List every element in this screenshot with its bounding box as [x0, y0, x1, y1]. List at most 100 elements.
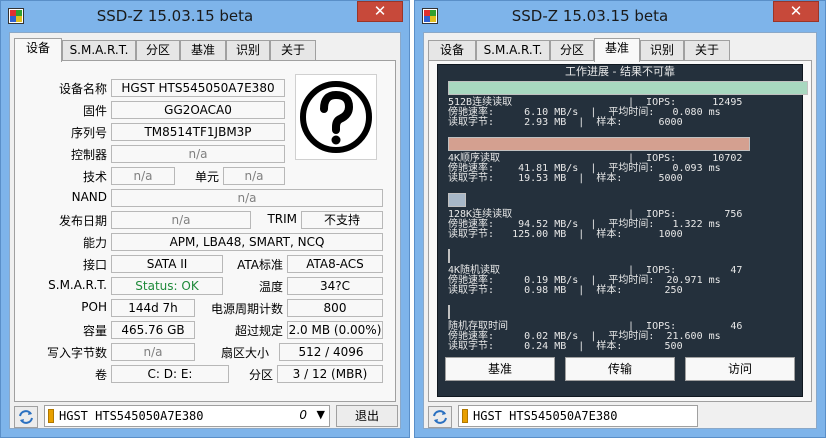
label-interface: 接口	[82, 258, 107, 272]
field-smart-status: Status: OK	[111, 277, 223, 295]
benchmark-panel: 工作进展 - 结果不可靠 512B连续读取 | IOPS: 12495 傍驰速率: …	[428, 60, 812, 402]
drive-select[interactable]: HGST HTS545050A7E380	[458, 405, 698, 427]
benchmark-progress-bar	[448, 305, 450, 319]
field-interface: SATA II	[111, 255, 223, 273]
unknown-drive-image	[295, 74, 377, 160]
field-power-cycles: 800	[287, 299, 383, 317]
field-firmware: GG2OACA0	[111, 101, 285, 119]
benchmark-progress-bar	[448, 193, 466, 207]
chevron-down-icon: ▼	[316, 408, 325, 421]
window-title: SSD-Z 15.03.15 beta	[96, 7, 254, 25]
benchmark-progress-bar	[448, 137, 750, 151]
label-overprovision: 超过规定	[234, 324, 283, 338]
drive-index: 0	[299, 408, 307, 422]
field-overprovision: 2.0 MB (0.00%)	[287, 321, 383, 339]
benchmark-bytes-line: 读取字节: 2.93 MB | 样本: 6000	[448, 117, 683, 128]
drive-select-value: HGST HTS545050A7E380	[59, 409, 204, 423]
bottom-bar: HGST HTS545050A7E380	[424, 403, 816, 431]
label-poh: POH	[81, 300, 107, 314]
tab-benchmark[interactable]: 基准	[594, 38, 640, 62]
field-nand: n/a	[111, 189, 383, 207]
field-ata-standard: ATA8-ACS	[287, 255, 383, 273]
label-temperature: 温度	[258, 280, 283, 294]
label-firmware: 固件	[82, 104, 107, 118]
field-tech: n/a	[111, 167, 175, 185]
benchmark-header: 工作进展 - 结果不可靠	[565, 65, 675, 78]
label-partition: 分区	[248, 368, 273, 382]
label-tech: 技术	[82, 170, 107, 184]
title-bar[interactable]: SSD-Z 15.03.15 beta ✕	[1, 1, 409, 31]
window-title: SSD-Z 15.03.15 beta	[511, 7, 669, 25]
benchmark-bytes-line: 读取字节: 0.98 MB | 样本: 250	[448, 285, 683, 296]
field-trim: 不支持	[301, 211, 383, 229]
refresh-button[interactable]	[428, 406, 452, 428]
field-capability: APM, LBA48, SMART, NCQ	[111, 233, 383, 251]
tab-about[interactable]: 关于	[270, 40, 316, 61]
client-area: 设备 S.M.A.R.T. 分区 基准 识别 关于 工作进展 - 结果不可靠 5…	[423, 32, 817, 429]
label-nand: NAND	[71, 190, 107, 204]
exit-button[interactable]: 退出	[336, 405, 398, 427]
benchmark-button[interactable]: 基准	[445, 357, 555, 381]
refresh-icon	[19, 410, 33, 424]
drive-select-value: HGST HTS545050A7E380	[473, 409, 618, 423]
field-sector-size: 512 / 4096	[279, 343, 383, 361]
device-panel: 设备名称 HGST HTS545050A7E380 固件 GG2OACA0 序列…	[14, 60, 396, 402]
label-device-name: 设备名称	[58, 82, 107, 96]
question-mark-icon	[300, 81, 372, 153]
field-cell: n/a	[223, 167, 285, 185]
close-button[interactable]: ✕	[773, 1, 819, 22]
tab-benchmark[interactable]: 基准	[180, 40, 226, 61]
field-release-date: n/a	[111, 211, 251, 229]
tab-identify[interactable]: 识别	[640, 40, 684, 61]
field-partition: 3 / 12 (MBR)	[277, 365, 383, 383]
label-cell: 单元	[194, 170, 219, 184]
label-capability: 能力	[82, 236, 107, 250]
benchmark-bytes-line: 读取字节: 125.00 MB | 样本: 1000	[448, 229, 683, 240]
label-sector-size: 扇区大小	[220, 346, 269, 360]
tab-device[interactable]: 设备	[14, 38, 62, 62]
label-power-cycles: 电源周期计数	[210, 302, 283, 316]
field-serial: TM8514TF1JBM3P	[111, 123, 285, 141]
field-temperature: 34?C	[287, 277, 383, 295]
label-serial: 序列号	[70, 126, 107, 140]
disk-icon	[48, 409, 54, 423]
tab-partition[interactable]: 分区	[550, 40, 594, 61]
ssdz-window-benchmark: SSD-Z 15.03.15 beta ✕ 设备 S.M.A.R.T. 分区 基…	[414, 0, 826, 438]
label-smart: S.M.A.R.T.	[48, 278, 107, 292]
field-bytes-written: n/a	[111, 343, 195, 361]
tab-identify[interactable]: 识别	[226, 40, 270, 61]
benchmark-progress-bar	[448, 81, 808, 95]
close-button[interactable]: ✕	[357, 1, 403, 22]
field-device-name: HGST HTS545050A7E380	[111, 79, 285, 97]
field-controller: n/a	[111, 145, 285, 163]
label-volume: 卷	[94, 368, 107, 382]
benchmark-bytes-line: 读取字节: 0.24 MB | 样本: 500	[448, 341, 683, 352]
field-poh: 144d 7h	[111, 299, 195, 317]
access-button[interactable]: 访问	[685, 357, 795, 381]
disk-icon	[462, 409, 468, 423]
drive-select[interactable]: HGST HTS545050A7E380 0 ▼	[44, 405, 330, 427]
tab-smart[interactable]: S.M.A.R.T.	[476, 40, 550, 61]
refresh-icon	[433, 410, 447, 424]
tab-partition[interactable]: 分区	[136, 40, 180, 61]
field-capacity: 465.76 GB	[111, 321, 195, 339]
label-ata-standard: ATA标准	[237, 258, 283, 272]
tab-smart[interactable]: S.M.A.R.T.	[62, 40, 136, 61]
title-bar[interactable]: SSD-Z 15.03.15 beta ✕	[415, 1, 825, 31]
benchmark-results: 工作进展 - 结果不可靠 512B连续读取 | IOPS: 12495 傍驰速率: …	[437, 64, 808, 397]
client-area: 设备 S.M.A.R.T. 分区 基准 识别 关于 设备名称 HGST HTS5…	[9, 32, 401, 429]
label-trim: TRIM	[267, 212, 297, 226]
transfer-button[interactable]: 传输	[565, 357, 675, 381]
refresh-button[interactable]	[14, 406, 38, 428]
tab-device[interactable]: 设备	[428, 40, 476, 61]
benchmark-progress-bar	[448, 249, 450, 263]
label-capacity: 容量	[82, 324, 107, 338]
bottom-bar: HGST HTS545050A7E380 0 ▼ 退出	[10, 403, 400, 431]
tab-about[interactable]: 关于	[684, 40, 730, 61]
label-controller: 控制器	[70, 148, 107, 162]
benchmark-bytes-line: 读取字节: 19.53 MB | 样本: 5000	[448, 173, 683, 184]
label-release-date: 发布日期	[58, 214, 107, 228]
field-volume: C: D: E:	[111, 365, 229, 383]
label-bytes-written: 写入字节数	[46, 346, 107, 360]
ssdz-window-device: SSD-Z 15.03.15 beta ✕ 设备 S.M.A.R.T. 分区 基…	[0, 0, 410, 438]
